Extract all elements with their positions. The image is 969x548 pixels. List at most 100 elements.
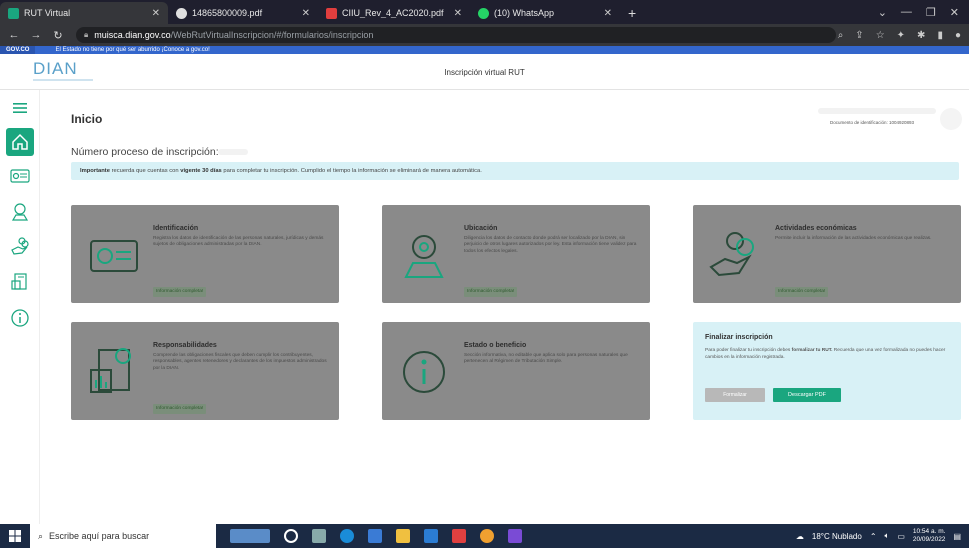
document-icon[interactable] [6, 268, 34, 296]
taskbar-apps [230, 529, 522, 543]
close-icon[interactable]: ✕ [302, 8, 310, 19]
status-badge: Información completa! [153, 287, 207, 297]
alert-text-1: recuerda que cuentas con [109, 168, 181, 174]
forward-icon[interactable]: → [28, 29, 44, 41]
clock[interactable]: 10:54 a. m. 20/09/2022 [913, 528, 946, 544]
alert-strong: Importante [80, 168, 110, 174]
task-view-icon[interactable] [312, 529, 326, 543]
card-desc: Comprende las obligaciones fiscales que … [153, 353, 327, 371]
teams-icon[interactable] [508, 529, 522, 543]
cortana-icon[interactable] [284, 529, 298, 543]
finalizar-desc-strong: formalizar tu RUT. [791, 348, 833, 353]
user-name-redacted [818, 108, 936, 114]
info-icon[interactable] [6, 304, 34, 332]
chevron-up-icon[interactable]: ⌃ [870, 532, 877, 541]
office-icon[interactable] [452, 529, 466, 543]
puzzle-icon[interactable]: ✱ [917, 30, 925, 41]
home-icon[interactable] [6, 128, 34, 156]
menu-icon[interactable] [6, 94, 34, 122]
alert-days: vigente 30 días [180, 168, 222, 174]
weather-text[interactable]: 18°C Nublado [812, 532, 862, 541]
close-icon[interactable]: ✕ [454, 8, 462, 19]
formalizar-button[interactable]: Formalizar [705, 388, 765, 402]
close-window-icon[interactable]: ✕ [950, 6, 959, 19]
tab-whatsapp[interactable]: (10) WhatsApp ✕ [470, 2, 620, 24]
notification-icon[interactable]: ▤ [953, 532, 961, 541]
close-icon[interactable]: ✕ [152, 8, 160, 19]
weather-icon[interactable]: ☁ [796, 532, 804, 541]
tab-pdf-2[interactable]: CIIU_Rev_4_AC2020.pdf ✕ [318, 2, 470, 24]
tab-title: (10) WhatsApp [494, 8, 555, 18]
card-title: Ubicación [464, 225, 498, 232]
windows-start-icon[interactable] [0, 530, 30, 542]
taskbar-banner-icon[interactable] [230, 529, 270, 543]
status-badge: Información completa! [775, 287, 829, 297]
header-title: Inscripción virtual RUT [444, 68, 525, 77]
lock-icon: 🔒︎ [84, 30, 89, 39]
store-icon[interactable] [368, 529, 382, 543]
rut-icon [8, 7, 19, 19]
sidepanel-icon[interactable]: ▮ [937, 30, 943, 41]
url-domain: muisca.dian.gov.co [94, 30, 171, 40]
card-title: Actividades económicas [775, 225, 857, 232]
card-desc: Diligencia los datos de contacto donde p… [464, 236, 637, 254]
proceso-value-redacted [218, 149, 248, 155]
extension-icons: ⌕ ⇪ ☆ ✦ ✱ ▮ ● [838, 24, 961, 46]
user-document: Documento de identificación: 1004920893 [830, 120, 915, 125]
edge-icon[interactable] [340, 529, 354, 543]
tab-search-icon[interactable]: ⌄ [878, 6, 887, 19]
reload-icon[interactable]: ↻ [50, 29, 66, 42]
volume-icon[interactable]: 🔈︎ [885, 531, 890, 541]
extension-icon[interactable]: ✦ [897, 30, 905, 41]
chrome-icon[interactable] [480, 529, 494, 543]
browser-tab-strip: RUT Virtual ✕ 14865800009.pdf ✕ CIIU_Rev… [0, 0, 969, 24]
finalizar-desc: Para poder finalizar tu inscripción debe… [705, 348, 955, 361]
descargar-pdf-button[interactable]: Descargar PDF [773, 388, 841, 402]
card-estado-beneficio[interactable]: Estado o beneficio Sección informativa, … [382, 322, 650, 420]
taskbar-search[interactable]: ⌕ Escribe aquí para buscar [30, 524, 216, 548]
alert-banner: Importante recuerda que cuentas con vige… [71, 162, 959, 180]
share-icon[interactable]: ⇪ [855, 30, 863, 41]
new-tab-button[interactable]: + [620, 2, 644, 24]
close-icon[interactable]: ✕ [604, 8, 612, 19]
dian-logo-underline [33, 79, 93, 81]
card-title: Estado o beneficio [464, 342, 527, 349]
gov-banner: GOV.CO El Estado no tiene por qué ser ab… [0, 46, 969, 54]
gov-banner-text[interactable]: El Estado no tiene por qué ser aburrido … [35, 47, 209, 53]
network-icon[interactable]: ▭ [897, 532, 905, 541]
id-card-icon [83, 225, 143, 285]
card-desc: Registra los datos de identificación de … [153, 236, 324, 248]
card-responsabilidades[interactable]: Responsabilidades Comprende las obligaci… [71, 322, 339, 420]
avatar[interactable] [940, 108, 962, 130]
whatsapp-icon [478, 7, 489, 19]
tab-rut-virtual[interactable]: RUT Virtual ✕ [0, 2, 168, 24]
clock-date: 20/09/2022 [912, 536, 946, 543]
restore-icon[interactable]: ❐ [926, 6, 936, 19]
globe-icon [176, 7, 187, 19]
alert-text-2: para completar tu inscripción. Cumplido … [221, 168, 482, 174]
zoom-icon[interactable]: ⌕ [838, 30, 844, 41]
star-icon[interactable]: ☆ [876, 30, 885, 41]
minimize-icon[interactable]: — [901, 6, 912, 18]
location-icon[interactable] [6, 198, 34, 226]
gov-logo[interactable]: GOV.CO [0, 46, 36, 54]
back-icon[interactable]: ← [6, 29, 22, 41]
url-input[interactable]: 🔒︎ muisca.dian.gov.co/WebRutVirtualInscr… [76, 27, 836, 43]
mail-icon[interactable] [424, 529, 438, 543]
finalizar-title: Finalizar inscripción [705, 334, 773, 341]
card-ubicacion[interactable]: Ubicación Diligencia los datos de contac… [382, 205, 650, 303]
id-card-icon[interactable] [6, 162, 34, 190]
card-actividades[interactable]: Actividades económicas Permite incluir l… [693, 205, 961, 303]
card-identificacion[interactable]: Identificación Registra los datos de ide… [71, 205, 339, 303]
sidebar [0, 90, 40, 524]
profile-icon[interactable]: ● [955, 30, 961, 41]
tab-pdf-1[interactable]: 14865800009.pdf ✕ [168, 2, 318, 24]
location-map-icon [394, 225, 454, 285]
status-badge: Información completa! [464, 287, 518, 297]
coins-hand-icon[interactable] [6, 232, 34, 260]
address-bar: ← → ↻ 🔒︎ muisca.dian.gov.co/WebRutVirtua… [0, 24, 969, 46]
card-title: Identificación [153, 225, 199, 232]
tab-title: 14865800009.pdf [192, 8, 263, 18]
file-explorer-icon[interactable] [396, 529, 410, 543]
finalizar-desc-1: Para poder finalizar tu inscripción debe… [705, 348, 792, 353]
